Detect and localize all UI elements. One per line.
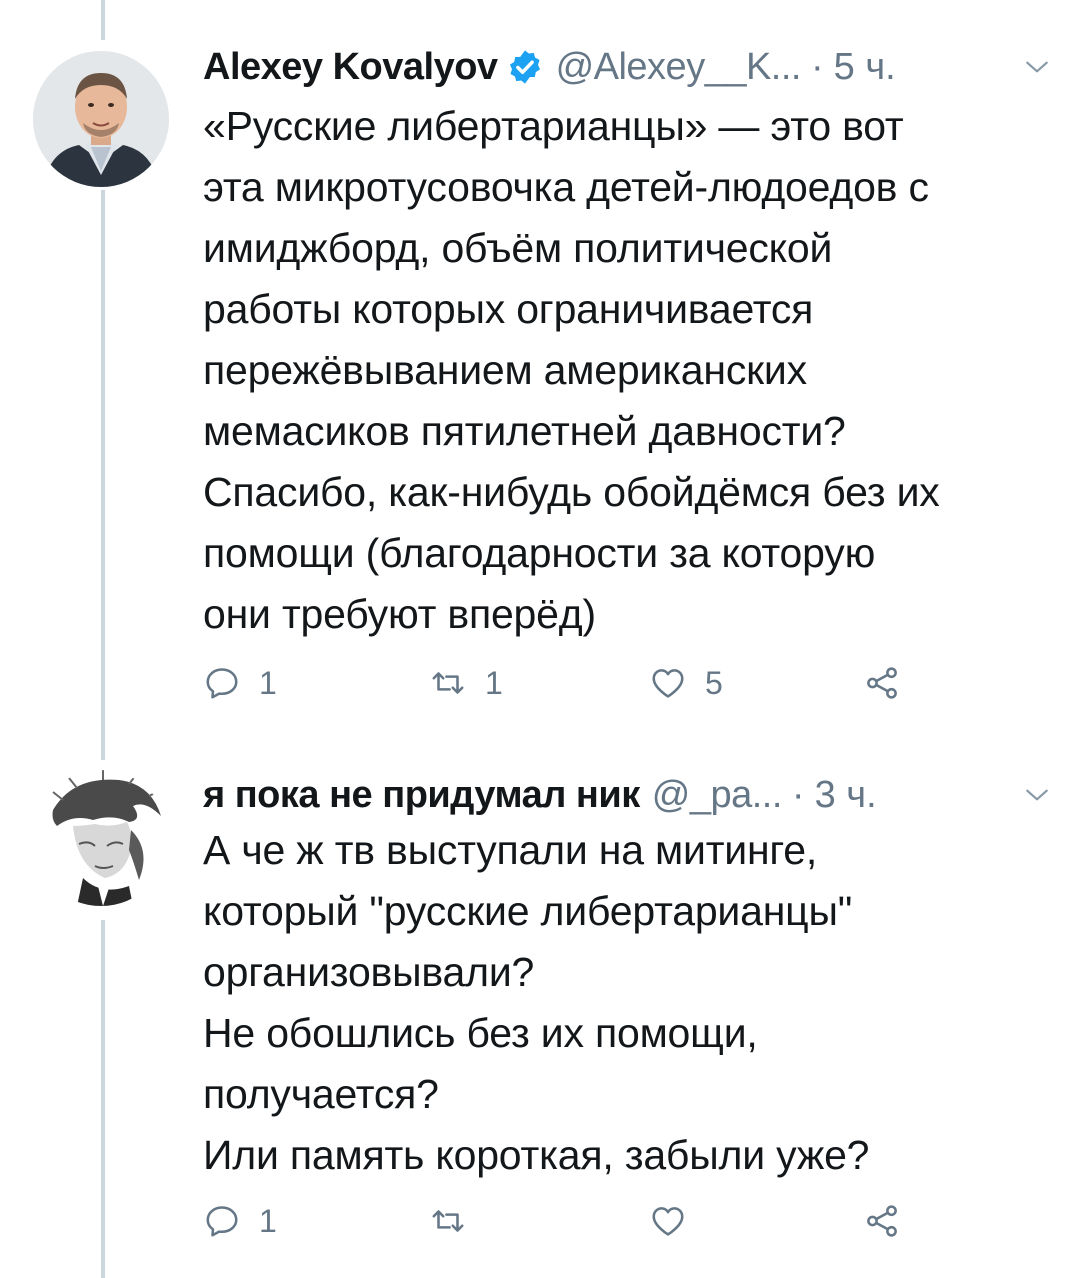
sketch-portrait-icon <box>33 770 169 906</box>
thread-line-bottom <box>101 920 105 1278</box>
chevron-down-icon[interactable] <box>1024 54 1050 80</box>
avatar[interactable] <box>33 51 169 187</box>
tweet-text: «Русские либертарианцы» — это вот эта ми… <box>203 103 940 637</box>
reply-button[interactable]: 1 <box>203 1202 277 1240</box>
retweet-icon <box>432 1210 464 1232</box>
avatar[interactable] <box>33 770 169 906</box>
reply-icon <box>206 668 238 699</box>
tweet-text: А че ж тв выступали на митинге, который … <box>203 827 870 1178</box>
author-name[interactable]: я пока не придумал ник <box>203 774 640 817</box>
timestamp[interactable]: 3 ч. <box>815 774 877 817</box>
like-button[interactable]: 5 <box>649 664 723 702</box>
reply-count: 1 <box>259 664 277 701</box>
tweet-actions: 1 <box>203 1202 923 1252</box>
share-button[interactable] <box>863 1202 901 1240</box>
author-name[interactable]: Alexey Kovalyov <box>203 46 498 89</box>
heart-icon <box>652 1207 684 1236</box>
reply-icon <box>206 1206 238 1237</box>
tweet-header: я пока не придумал ник @_pa... · 3 ч. <box>203 770 1050 820</box>
separator-dot: · <box>791 773 805 816</box>
person-photo-icon <box>33 51 169 187</box>
thread-line-top <box>101 0 105 40</box>
tweet-header: Alexey Kovalyov @Alexey__K... · 5 ч. <box>203 42 1050 92</box>
retweet-count: 1 <box>485 664 503 701</box>
retweet-icon <box>432 672 464 694</box>
author-handle[interactable]: @Alexey__K... <box>556 46 802 89</box>
share-button[interactable] <box>863 664 901 702</box>
separator-dot: · <box>810 45 824 88</box>
share-icon <box>867 1205 897 1237</box>
like-button[interactable] <box>649 1202 705 1240</box>
chevron-down-icon[interactable] <box>1024 782 1050 808</box>
heart-icon <box>652 669 684 698</box>
timestamp[interactable]: 5 ч. <box>834 46 896 89</box>
like-count: 5 <box>705 664 723 701</box>
reply-button[interactable]: 1 <box>203 664 277 702</box>
tweet-actions: 1 1 5 <box>203 664 923 714</box>
verified-badge-icon <box>509 50 540 84</box>
retweet-button[interactable]: 1 <box>429 664 503 702</box>
author-handle[interactable]: @_pa... <box>652 774 783 817</box>
retweet-button[interactable] <box>429 1202 485 1240</box>
reply-count: 1 <box>259 1202 277 1239</box>
thread-line-middle <box>101 190 105 760</box>
share-icon <box>867 667 897 699</box>
